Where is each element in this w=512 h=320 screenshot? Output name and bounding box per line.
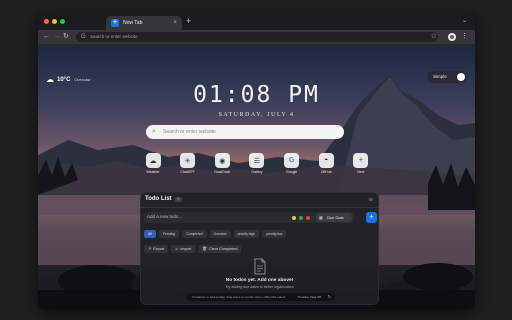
new-tab-favicon-icon: + [111,19,119,27]
clear-completed-button[interactable]: 🗑 Clear Completed [198,245,242,253]
shortcut-label: New [357,170,365,174]
todo-title: Todo List [145,196,172,202]
plus-icon: + [353,153,369,168]
address-bar-placeholder: Search or enter website [90,34,138,39]
due-date-label: Due Date [327,215,344,220]
import-icon: ↙ [175,247,179,251]
shortcut-duckduck[interactable]: ◉ DuckDuck [211,153,233,179]
google-icon: G [81,34,86,40]
tab-close-icon[interactable]: × [173,19,177,27]
minimize-window-button[interactable] [52,19,57,24]
import-button[interactable]: ↙ Import [171,245,196,253]
browser-toolbar: ← → ↻ G Search or enter website ☆ ⋮ [38,30,475,45]
add-todo-placeholder: Add a new todo... [147,214,183,219]
keyboard-hint: Ctrl+Enter to add quickly, drag todos to… [192,295,286,299]
shortcut-add-new[interactable]: + New [350,153,372,179]
shortcut-grid: ☁ Weather ✳ ChatGPT ◉ DuckDuck ☰ Gallery… [142,153,372,179]
shortcut-label: Google [285,170,298,174]
todo-panel: Todo List 0 ⊖ Add a new todo... ▦ Due Da… [140,192,379,305]
document-icon [254,258,266,275]
todo-count-badge: 0 [175,197,182,202]
export-icon: ↗ [148,247,152,251]
shortcut-label: GitHub [320,170,332,174]
profile-avatar-icon[interactable] [448,33,456,41]
calendar-icon: ▦ [319,215,323,220]
tab-title: New Tab [123,20,143,26]
add-todo-button[interactable]: + [366,212,377,223]
todo-header: Todo List 0 ⊖ [141,193,378,208]
due-date-button[interactable]: ▦ Due Date [316,213,352,222]
tab-search-icon[interactable]: ⌄ [462,17,467,24]
search-placeholder: Search or enter website [163,129,216,135]
toggle-knob [457,73,465,81]
cloud-icon: ☁ [145,153,161,168]
filter-priority-low[interactable]: priority:low [262,230,287,238]
todo-actions: ↗ Export ↙ Import 🗑 Clear Completed [144,245,242,253]
shortcut-label: DuckDuck [214,170,231,174]
back-button[interactable]: ← [43,32,50,42]
filter-completed[interactable]: Completed [182,230,207,238]
shortcut-weather[interactable]: ☁ Weather [142,153,164,179]
shortcut-github[interactable]: ◓ GitHub [315,153,337,179]
google-icon: G [284,153,300,168]
search-input[interactable]: ⌕ Search or enter website [146,125,344,139]
new-tab-button[interactable]: + [186,17,191,26]
gallery-icon: ☰ [249,153,265,168]
tab-strip: + New Tab × + ⌄ [38,13,475,30]
timeline-view-toggle[interactable]: Timeline View Off [298,294,321,300]
shortcut-google[interactable]: G Google [281,153,303,179]
close-window-button[interactable] [44,19,49,24]
clock-date: SATURDAY, JULY 4 [218,112,295,118]
clock-time: 01:08 PM [193,82,320,108]
search-icon: ⌕ [152,128,156,135]
priority-high-dot[interactable] [306,215,310,220]
add-todo-input[interactable]: Add a new todo... ▦ Due Date [144,212,354,223]
reload-button[interactable]: ↻ [63,32,69,42]
export-button[interactable]: ↗ Export [144,245,169,253]
filter-overdue[interactable]: Overdue [209,230,231,238]
clear-completed-label: Clear Completed [208,247,238,251]
maximize-window-button[interactable] [60,19,65,24]
priority-low-dot[interactable] [292,215,296,220]
empty-state-subtitle: Try adding due dates to better organizat… [225,285,294,289]
shortcut-label: Weather [146,170,160,174]
browser-menu-icon[interactable]: ⋮ [461,32,468,42]
browser-window: + New Tab × + ⌄ ← → ↻ G Search or enter … [38,13,475,309]
todo-filter-bar: All Pending Completed Overdue priority:h… [144,230,287,238]
shortcut-gallery[interactable]: ☰ Gallery [246,153,268,179]
tab-new-tab[interactable]: + New Tab × [106,16,182,30]
refresh-icon[interactable]: ↻ [328,294,331,300]
bookmark-star-icon[interactable]: ☆ [431,32,437,42]
todo-footer-bar: Ctrl+Enter to add quickly, drag todos to… [187,293,335,301]
shortcut-chatgpt[interactable]: ✳ ChatGPT [177,153,199,179]
new-tab-page: ☁ 10°C Overcast Simple 01:08 PM SATURDAY… [38,45,475,309]
priority-medium-dot[interactable] [299,215,303,220]
forward-button[interactable]: → [53,32,60,42]
collapse-icon[interactable]: ⊖ [369,197,373,203]
shortcut-label: ChatGPT [180,170,195,174]
export-label: Export [153,247,165,251]
add-todo-row: Add a new todo... ▦ Due Date + [144,212,377,223]
address-bar[interactable]: G Search or enter website [76,32,438,42]
shortcut-label: Gallery [251,170,263,174]
filter-pending[interactable]: Pending [158,230,180,238]
filter-priority-high[interactable]: priority:high [233,230,260,238]
filter-all[interactable]: All [144,230,156,238]
simple-mode-label: Simple [433,74,447,79]
github-icon: ◓ [318,153,334,168]
import-label: Import [180,247,192,251]
empty-state-title: No todos yet. Add one above! [225,278,294,283]
chatgpt-icon: ✳ [180,153,196,168]
duck-icon: ◉ [214,153,230,168]
trash-icon: 🗑 [202,247,207,251]
